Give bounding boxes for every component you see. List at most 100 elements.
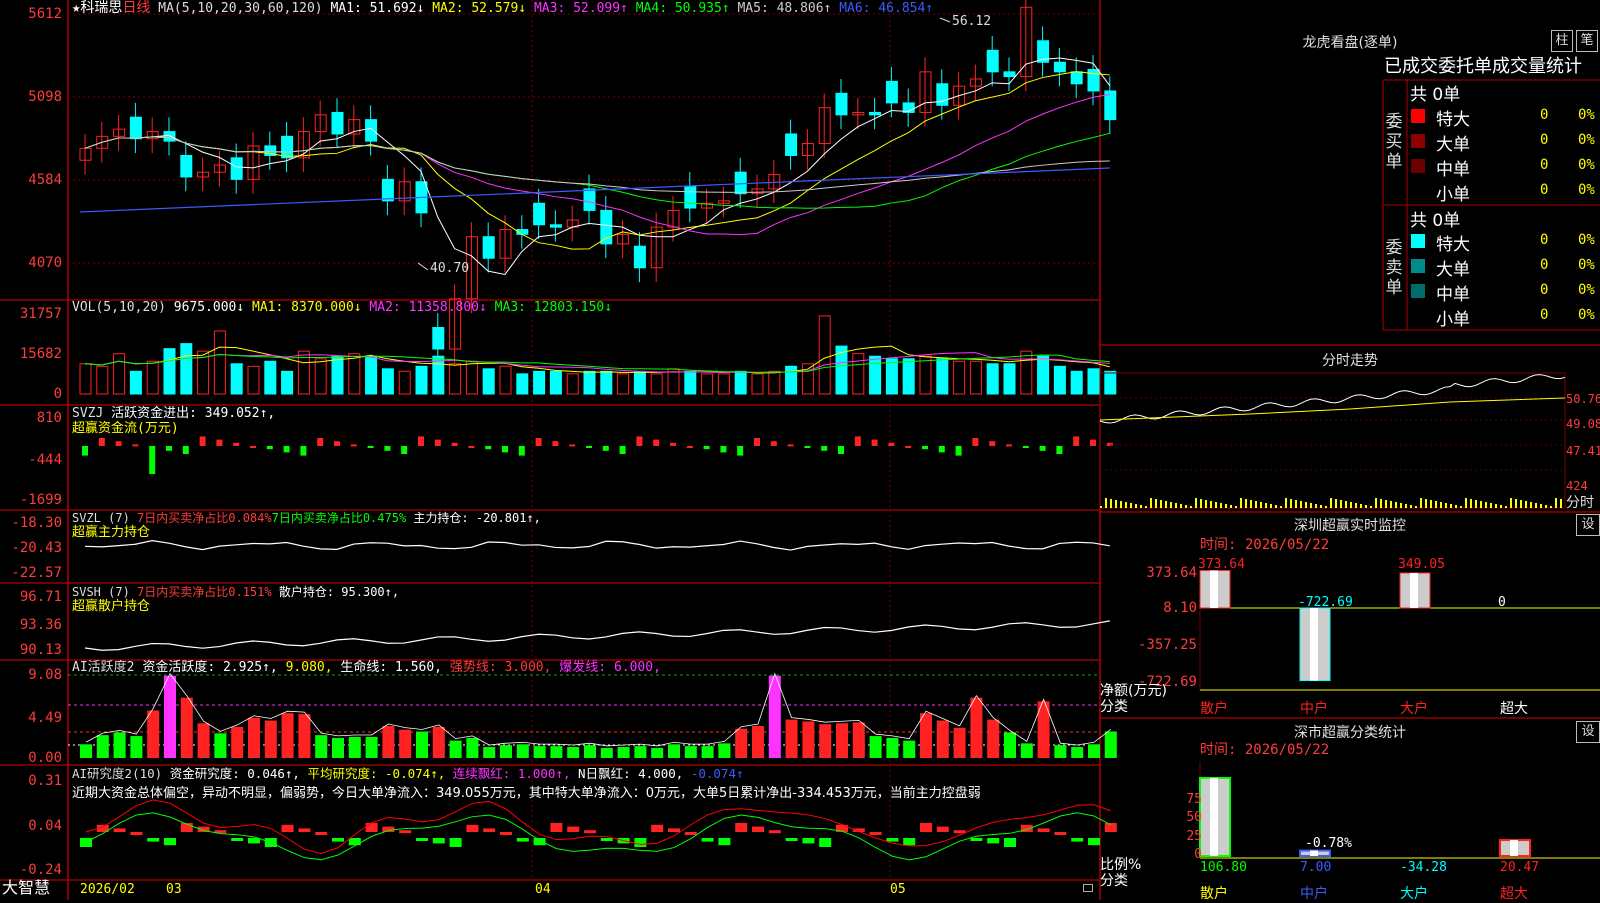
candle-body [381,178,394,202]
intraday-vol-bar [1420,498,1422,508]
ai-activity-bar [197,723,210,758]
svzl-polyline [84,540,1110,551]
svzj-bar [821,446,828,451]
ai-activity-bar [96,735,109,758]
intraday-vol-bar [1520,500,1522,508]
svzj-bar [98,438,105,446]
volume-bar [902,358,915,395]
ai-research-bar [684,832,697,835]
volume-bar [180,343,193,395]
ai-activity-bar [819,724,832,758]
volume-header: VOL(5,10,20) 9675.000↓ MA1: 8370.000↓ MA… [72,300,613,315]
volume-bar [1053,365,1066,395]
main-chart-area[interactable] [0,0,1600,900]
ai-research-bar [718,838,731,846]
ai-research-bar [869,832,882,835]
ai-activity-bar [987,719,1000,758]
volume-bar [1003,363,1016,395]
date-label-2: 03 [166,882,182,897]
volume-bar [96,365,109,395]
intraday-vol-bar [1360,504,1362,508]
volume-bar [247,365,260,395]
ai-research-bar [953,830,966,834]
intraday-vol-bar [1295,500,1297,508]
axis-tick-label: -357.25 [1137,637,1197,653]
date-label-3: 04 [535,882,551,897]
buy-swatch [1411,134,1425,148]
svzj-bar [250,446,256,448]
intraday-vol-bar [1405,504,1407,508]
svzj-bar [1106,442,1113,446]
axis-tick-label: 9.08 [28,667,62,683]
svzj-bar [804,446,811,448]
intraday-vol-bar [1415,506,1417,508]
intraday-vol-bar [1340,500,1342,508]
sell-row-pct: 0% [1578,282,1595,298]
svzj-bar [401,446,408,454]
intraday-vol-bar [1455,505,1457,508]
monitor-settings-button[interactable]: 设 [1576,514,1600,536]
tab-bar[interactable]: 柱 [1551,30,1573,52]
svsh-header: SVSH (7) 7日内买卖净占比0.151% 散户持仓: 95.300↑, [72,585,400,599]
sell-row-count: 0 [1540,257,1549,273]
volume-bar [986,363,999,395]
svzj-bars [82,436,1113,474]
intraday-vol-bar [1480,501,1482,508]
axis-tick-label: 5098 [28,89,62,105]
ai-research-bar [332,838,344,842]
low-marker [417,262,429,271]
ai-research-bar [920,823,932,832]
sell-row-pct: 0% [1578,232,1595,248]
ai-activity-bar [869,736,882,758]
intraday-vol-bar [1365,505,1367,508]
ai-activity-bar [382,726,395,758]
vol-ma-value: MA3: 12803.150↓ [486,300,613,315]
axis-tick-label: -20.43 [11,540,62,556]
ai-research-bar [701,838,714,842]
svsh-line [84,620,1110,651]
classify-settings-button[interactable]: 设 [1576,721,1600,743]
stock-name[interactable]: ★科瑞思 [72,0,122,16]
intraday-vol-bar [1265,503,1267,508]
ma-header: MA(5,10,20,30,60,120) [158,1,323,16]
ai-activity-bar [852,722,865,758]
svzj-bar [972,438,979,446]
ai-research-bar [449,838,462,847]
period-label[interactable]: 日线 [122,0,150,16]
moving-average-lines [79,17,1111,276]
axis-tick-label: 4.49 [28,710,62,726]
ai-activity-bar [1020,743,1033,758]
intraday-vol-bar [1225,504,1227,508]
ai-activity-bar [180,697,193,758]
ai-research-bar [785,838,798,841]
svzj-bar [418,436,424,446]
ai-activity-bar [970,697,983,758]
intraday-vol-bar [1195,498,1197,508]
ai-activity-bar [567,747,580,758]
volume-bar [667,368,680,395]
candle-body [869,111,882,116]
ai-activity-bar [584,745,596,758]
volume-bar [583,370,596,395]
intraday-vol-bar [1335,499,1337,508]
ai-activity-bar [416,731,428,758]
intraday-vol-bar [1465,498,1467,508]
axis-tick-label: 49.08 [1566,417,1600,431]
svzj-bar [518,446,525,456]
ai-activity-bar [365,736,378,758]
intraday-vol-bar [1445,503,1447,508]
sell-swatch [1411,259,1425,273]
svzj-bar [485,446,492,450]
ai-activity-bar [886,737,899,758]
vol-ma-value: MA2: 11358.800↓ [361,300,487,315]
axis-tick-label: 31757 [19,306,62,322]
ai-research-bar [365,823,378,832]
intraday-vol-bar [1515,499,1517,508]
ai-research-bars [80,799,1117,861]
axis-tick-label: 25 [1186,829,1202,844]
tab-tick[interactable]: 笔 [1576,30,1598,52]
candle-body [785,133,798,156]
ai-activity-bar [752,726,764,758]
volume-bar [499,365,512,395]
svzj-bar [770,441,777,446]
